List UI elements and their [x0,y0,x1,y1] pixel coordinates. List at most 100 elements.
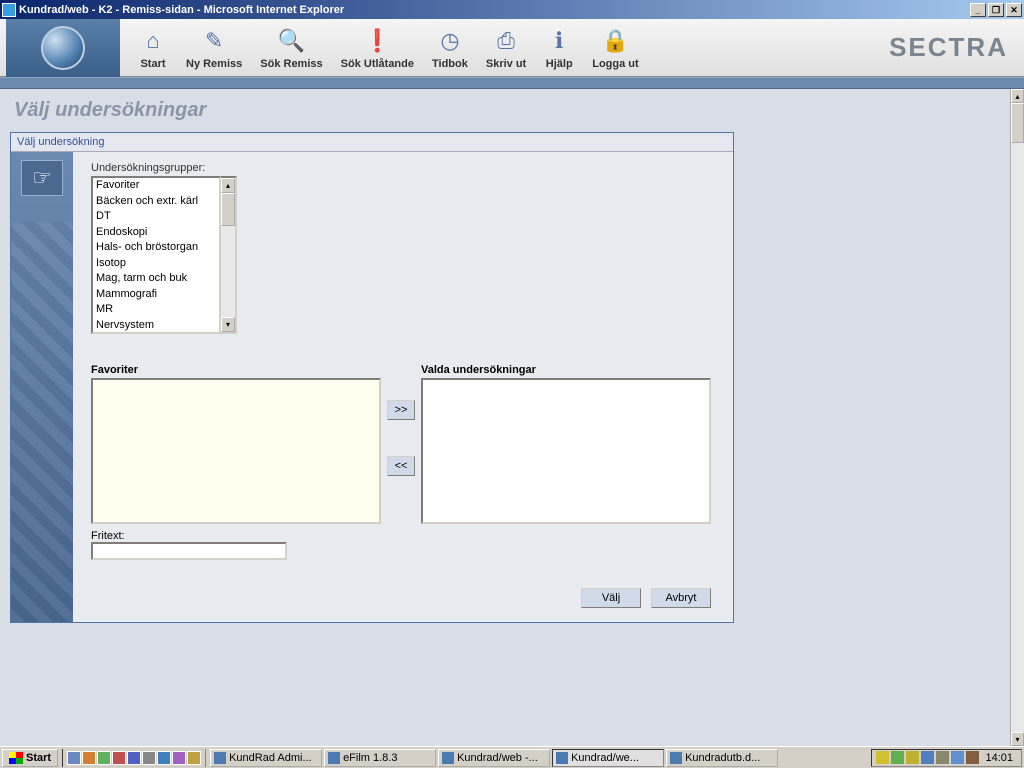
system-tray: 14:01 [871,749,1022,767]
nav-label: Tidbok [432,58,468,70]
scroll-down-button[interactable]: ▾ [1011,732,1024,746]
nav-item-tidbok[interactable]: ◷ Tidbok [424,24,476,72]
scroll-up-button[interactable]: ▴ [1011,89,1024,103]
main-panel: Välj undersökning ☞ Undersökningsgrupper… [10,132,734,623]
separator-bar [0,77,1024,89]
freetext-label: Fritext: [91,530,381,542]
tray-icon[interactable] [921,751,934,764]
nav-icon: ◷ [435,26,465,56]
list-scroll-thumb[interactable] [221,193,235,226]
taskbar-task[interactable]: KundRad Admi... [210,749,322,767]
nav-icon: ⎙ [491,26,521,56]
minimize-button[interactable]: _ [970,3,986,17]
nav-label: Hjälp [546,58,573,70]
nav-label: Start [140,58,165,70]
task-icon [670,752,682,764]
groups-label: Undersökningsgrupper: [91,162,715,174]
ie-icon [2,3,16,17]
group-option[interactable]: Nervsystem [93,318,219,334]
taskbar-task[interactable]: eFilm 1.8.3 [324,749,436,767]
selected-listbox[interactable] [421,378,711,524]
nav-item-s-k-utl-tande[interactable]: ❗Sök Utlåtande [333,24,422,72]
quick-launch-icon[interactable] [112,751,126,765]
cancel-button[interactable]: Avbryt [651,588,711,608]
task-label: eFilm 1.8.3 [343,752,397,764]
task-label: Kundrad/we... [571,752,639,764]
window-title: Kundrad/web - K2 - Remiss-sidan - Micros… [19,4,970,16]
page-title: Välj undersökningar [0,89,1010,128]
taskbar-task[interactable]: Kundradutb.d... [666,749,778,767]
group-option[interactable]: Endoskopi [93,225,219,241]
tray-icon[interactable] [891,751,904,764]
nav-label: Sök Utlåtande [341,58,414,70]
panel-sidebar: ☞ [11,152,73,622]
group-option[interactable]: Favoriter [93,178,219,194]
group-option[interactable]: Hals- och bröstorgan [93,240,219,256]
nav-item-start[interactable]: ⌂Start [130,24,176,72]
nav-icon: ℹ [544,26,574,56]
task-label: KundRad Admi... [229,752,312,764]
close-button[interactable]: ✕ [1006,3,1022,17]
quick-launch-icon[interactable] [142,751,156,765]
windows-taskbar: Start KundRad Admi... eFilm 1.8.3 Kundrad/… [0,746,1024,768]
scroll-thumb[interactable] [1011,103,1024,143]
task-icon [556,752,568,764]
nav-label: Ny Remiss [186,58,242,70]
pointer-hand-icon: ☞ [21,160,63,196]
task-label: Kundradutb.d... [685,752,760,764]
taskbar-task[interactable]: Kundrad/we... [552,749,664,767]
start-button[interactable]: Start [2,749,58,767]
quick-launch-icon[interactable] [157,751,171,765]
nav-icon: 🔍 [276,26,306,56]
nav-item-logga-ut[interactable]: 🔒 Logga ut [584,24,646,72]
app-toolbar: ⌂Start ✎ Ny Remiss 🔍 Sök Remiss ❗Sök Utlåtand… [0,19,1024,77]
list-scroll-down[interactable]: ▾ [221,317,235,332]
taskbar-task[interactable]: Kundrad/web -... [438,749,550,767]
favorites-label: Favoriter [91,364,381,376]
nav-icon: 🔒 [600,26,630,56]
task-label: Kundrad/web -... [457,752,538,764]
task-icon [214,752,226,764]
windows-flag-icon [9,752,23,764]
nav-item-skriv-ut[interactable]: ⎙Skriv ut [478,24,534,72]
tray-icon[interactable] [906,751,919,764]
nav-item-hj-lp[interactable]: ℹ Hjälp [536,24,582,72]
quick-launch-icon[interactable] [187,751,201,765]
favorites-listbox[interactable] [91,378,381,524]
tray-icon[interactable] [951,751,964,764]
nav-label: Sök Remiss [260,58,322,70]
quick-launch-icon[interactable] [97,751,111,765]
nav-label: Logga ut [592,58,638,70]
quick-launch [62,749,206,767]
task-icon [328,752,340,764]
nav-item-ny-remiss[interactable]: ✎ Ny Remiss [178,24,250,72]
nav-item-s-k-remiss[interactable]: 🔍 Sök Remiss [252,24,330,72]
ok-button[interactable]: Välj [581,588,641,608]
tray-icon[interactable] [936,751,949,764]
panel-title: Välj undersökning [11,133,733,152]
group-option[interactable]: Isotop [93,256,219,272]
group-option[interactable]: Bäcken och extr. kärl [93,194,219,210]
group-option[interactable]: Mag, tarm och buk [93,271,219,287]
globe-icon [41,26,85,70]
groups-listbox[interactable]: FavoriterBäcken och extr. kärlDTEndoskop… [91,176,221,334]
listbox-scrollbar[interactable]: ▴ ▾ [221,176,237,334]
page-scrollbar[interactable]: ▴ ▾ [1010,89,1024,746]
restore-button[interactable]: ❐ [988,3,1004,17]
add-button[interactable]: >> [387,400,415,420]
list-scroll-up[interactable]: ▴ [221,178,235,193]
group-option[interactable]: MR [93,302,219,318]
quick-launch-icon[interactable] [172,751,186,765]
remove-button[interactable]: << [387,456,415,476]
tray-icon[interactable] [876,751,889,764]
quick-launch-icon[interactable] [127,751,141,765]
group-option[interactable]: Mammografi [93,287,219,303]
tray-icon[interactable] [966,751,979,764]
selected-label: Valda undersökningar [421,364,711,376]
freetext-input[interactable] [91,542,287,560]
group-option[interactable]: DT [93,209,219,225]
nav-icon: ✎ [199,26,229,56]
quick-launch-icon[interactable] [82,751,96,765]
quick-launch-icon[interactable] [67,751,81,765]
brand-label: SECTRA [889,32,1018,63]
